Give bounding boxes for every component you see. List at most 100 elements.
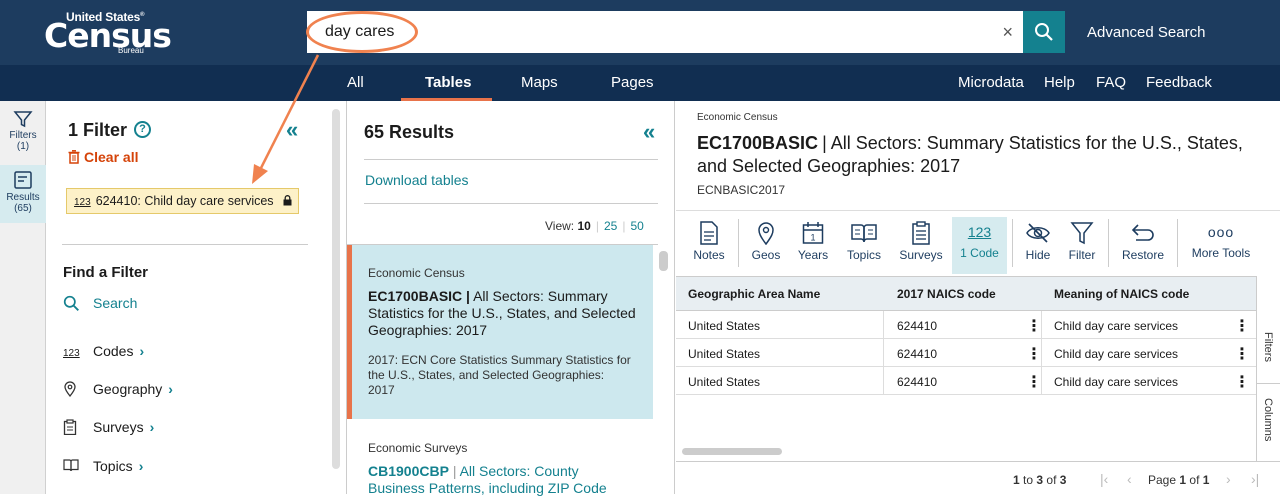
column-header[interactable]: Geographic Area Name — [688, 287, 820, 301]
geos-button[interactable]: Geos — [748, 217, 784, 274]
advanced-search-link[interactable]: Advanced Search — [1087, 24, 1205, 41]
next-page-icon[interactable]: › — [1226, 471, 1231, 487]
table-row: United States 624410 ⋮ Child day care se… — [676, 311, 1256, 339]
restore-button[interactable]: Restore — [1119, 217, 1167, 274]
result-card-selected[interactable]: Economic Census EC1700BASIC | All Sector… — [347, 245, 653, 419]
notes-label: Notes — [693, 248, 725, 262]
side-tab-columns[interactable]: Columns — [1257, 384, 1280, 461]
table-category: Economic Census — [697, 112, 778, 123]
result-description: 2017: ECN Core Statistics Summary Statis… — [368, 353, 631, 397]
find-filter-search[interactable]: Search — [63, 295, 137, 315]
nav-all[interactable]: All — [347, 74, 364, 91]
chevron-right-icon: › — [139, 343, 145, 359]
topics-label-wrap: Topics › — [93, 458, 143, 474]
table-id: EC1700BASIC — [697, 133, 819, 153]
row-to: 3 — [1036, 473, 1044, 487]
nav-tables[interactable]: Tables — [425, 74, 471, 91]
active-filter-chip[interactable]: 123 624410: Child day care services — [66, 188, 299, 214]
clear-all-button[interactable]: Clear all — [68, 149, 138, 165]
clear-search-icon[interactable]: × — [1002, 22, 1013, 43]
kebab-menu-icon[interactable]: ⋮ — [1234, 316, 1250, 336]
table-cell: 624410 — [897, 319, 938, 333]
nav-feedback[interactable]: Feedback — [1146, 74, 1212, 91]
nav-microdata[interactable]: Microdata — [958, 74, 1024, 91]
calendar-icon: 1 — [802, 222, 824, 244]
divider — [1177, 219, 1178, 267]
nav-maps[interactable]: Maps — [521, 74, 558, 91]
kebab-menu-icon[interactable]: ⋮ — [1026, 316, 1042, 336]
chevron-right-icon: › — [149, 419, 155, 435]
row-total: 3 — [1059, 473, 1067, 487]
hide-button[interactable]: Hide — [1021, 217, 1055, 274]
code-icon: 123 — [967, 224, 992, 240]
view-option-50[interactable]: 50 — [630, 219, 643, 233]
surveys-label: Surveys — [899, 248, 943, 262]
chip-label: 624410: Child day care services — [95, 194, 274, 208]
clear-all-label: Clear all — [84, 149, 139, 165]
results-count-title: 65 Results — [364, 122, 455, 142]
filter-scrollbar[interactable] — [332, 109, 340, 469]
more-tools-button[interactable]: ooo More Tools — [1187, 217, 1255, 274]
chevron-right-icon: › — [138, 458, 144, 474]
collapse-filters-button[interactable]: « — [286, 117, 298, 143]
code-icon: 123 — [74, 197, 91, 208]
code-filter-button[interactable]: 123 1 Code — [952, 217, 1007, 274]
trash-icon — [68, 150, 80, 164]
nav-faq[interactable]: FAQ — [1096, 74, 1126, 91]
filter-button[interactable]: Filter — [1066, 217, 1098, 274]
collapse-results-button[interactable]: « — [643, 119, 655, 145]
restore-icon — [1131, 224, 1154, 241]
result-title[interactable]: CB1900CBP | All Sectors: County Business… — [368, 463, 636, 497]
results-scrollbar[interactable] — [659, 251, 668, 271]
geos-label: Geos — [751, 248, 781, 262]
view-option-10[interactable]: 10 — [577, 219, 590, 233]
table-header: Geographic Area Name 2017 NAICS code Mea… — [676, 277, 1256, 311]
years-button[interactable]: 1 Years — [794, 217, 832, 274]
notes-button[interactable]: Notes — [688, 217, 730, 274]
search-button[interactable] — [1023, 11, 1065, 53]
filter-count-title: 1 Filter — [68, 120, 128, 140]
result-id: EC1700BASIC — [368, 288, 463, 304]
surveys-button[interactable]: Surveys — [897, 217, 945, 274]
clipboard-icon — [63, 419, 77, 436]
page-word: Page — [1148, 473, 1177, 487]
kebab-menu-icon[interactable]: ⋮ — [1026, 372, 1042, 392]
find-filter-codes[interactable]: 123 Codes › — [63, 343, 144, 359]
view-option-25[interactable]: 25 — [604, 219, 617, 233]
divider — [1108, 219, 1109, 267]
download-tables-link[interactable]: Download tables — [365, 172, 469, 188]
find-filter-surveys[interactable]: Surveys › — [63, 419, 154, 438]
rail-results[interactable]: Results (65) — [0, 165, 46, 223]
search-input[interactable] — [325, 11, 965, 53]
grid-side-panel: Filters Columns — [1256, 276, 1280, 461]
side-tab-filters[interactable]: Filters — [1257, 276, 1280, 384]
svg-text:1: 1 — [810, 233, 815, 243]
nav-pages[interactable]: Pages — [611, 74, 654, 91]
funnel-icon — [1070, 222, 1094, 245]
first-page-icon[interactable]: |‹ — [1100, 471, 1108, 487]
topics-button[interactable]: Topics — [843, 217, 885, 274]
more-tools-label: More Tools — [1191, 246, 1251, 260]
find-filter-geography[interactable]: Geography › — [63, 381, 173, 400]
kebab-menu-icon[interactable]: ⋮ — [1234, 372, 1250, 392]
divider — [364, 159, 658, 160]
rail-filters[interactable]: Filters (1) — [0, 105, 46, 161]
table-horizontal-scrollbar[interactable] — [682, 448, 782, 455]
view-size-selector: View: 10 | 25 | 50 — [545, 219, 644, 233]
result-category: Economic Census — [368, 266, 465, 280]
find-filter-topics[interactable]: Topics › — [63, 458, 143, 475]
nav-help[interactable]: Help — [1044, 74, 1075, 91]
column-header[interactable]: 2017 NAICS code — [897, 287, 996, 301]
side-tab-filters-label: Filters — [1262, 332, 1274, 362]
row-from: 1 — [1013, 473, 1020, 487]
last-page-icon[interactable]: ›| — [1251, 471, 1259, 487]
kebab-menu-icon[interactable]: ⋮ — [1026, 344, 1042, 364]
location-pin-icon — [758, 222, 774, 245]
search-icon — [1035, 23, 1053, 41]
codes-icon: 123 — [63, 348, 80, 359]
kebab-menu-icon[interactable]: ⋮ — [1234, 344, 1250, 364]
row-to-word: to — [1023, 473, 1034, 487]
column-header[interactable]: Meaning of NAICS code — [1054, 287, 1189, 301]
help-icon[interactable]: ? — [134, 121, 151, 138]
prev-page-icon[interactable]: ‹ — [1127, 471, 1132, 487]
